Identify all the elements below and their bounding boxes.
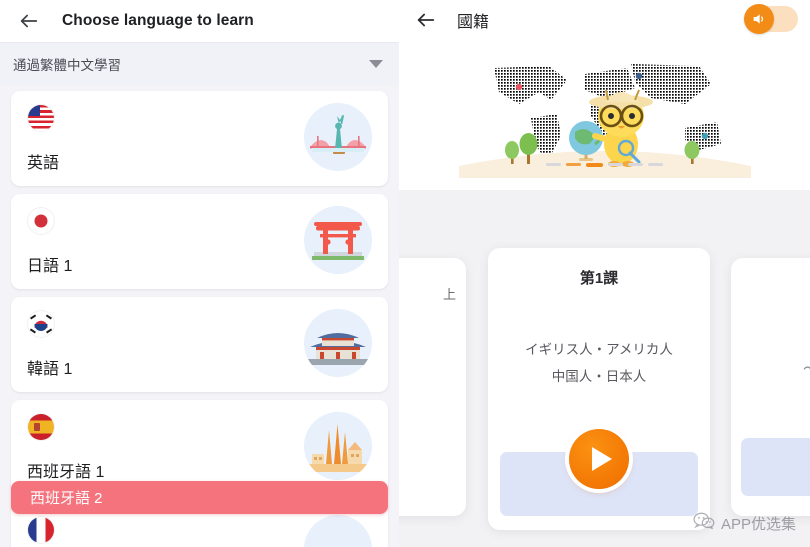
korea-flag-icon xyxy=(28,311,54,337)
lesson-line: 中国人・日本人 xyxy=(551,369,647,384)
language-selector-label: 通過繁體中文學習 xyxy=(13,58,121,73)
watermark-text: APP优选集 xyxy=(720,516,796,533)
lesson-content: イギリス人・アメリカ人 中国人・日本人 xyxy=(488,336,710,390)
torii-gate-icon xyxy=(304,206,372,274)
us-flag-icon xyxy=(28,105,54,131)
language-card-label: 英語 xyxy=(27,155,60,172)
lesson-page-title: 國籍 xyxy=(457,14,490,31)
japan-flag-icon xyxy=(28,208,54,234)
language-card-korean[interactable]: 韓語 1 xyxy=(11,297,388,392)
back-arrow-icon[interactable] xyxy=(413,7,439,33)
language-card-label: 日語 1 xyxy=(27,258,73,275)
sound-toggle[interactable] xyxy=(744,4,798,34)
statue-of-liberty-icon xyxy=(304,103,372,171)
language-card-label: 西班牙語 1 xyxy=(27,464,105,481)
highlight-bar-spanish-2[interactable]: 西班牙語 2 xyxy=(11,481,388,514)
progress-dash[interactable] xyxy=(628,163,643,166)
left-header: Choose language to learn xyxy=(0,0,399,43)
previous-card-snippet: 上 xyxy=(443,287,457,302)
carousel-card-next[interactable]: 〜 xyxy=(731,258,810,516)
language-card-label: 韓語 1 xyxy=(27,361,73,378)
progress-dash[interactable] xyxy=(566,163,581,166)
watermark: APP优选集 xyxy=(693,512,796,535)
play-icon xyxy=(592,447,612,471)
back-arrow-icon[interactable] xyxy=(16,8,42,34)
play-button[interactable] xyxy=(569,429,629,489)
sound-on-icon[interactable] xyxy=(744,4,774,34)
progress-indicator xyxy=(399,163,810,167)
wechat-icon xyxy=(693,512,715,535)
next-card-snippet: 〜 xyxy=(803,358,810,379)
progress-dash-current[interactable] xyxy=(586,163,603,167)
lesson-line: イギリス人・アメリカ人 xyxy=(525,342,673,357)
language-selector[interactable]: 通過繁體中文學習 xyxy=(0,43,399,85)
right-header: 國籍 xyxy=(399,0,810,40)
lesson-carousel[interactable]: 上 〜 第1課 イギリス人・アメリカ人 中国人・日本人 xyxy=(399,190,810,547)
page-title: Choose language to learn xyxy=(62,12,254,29)
app-screen: Choose language to learn 通過繁體中文學習 英語 日語 … xyxy=(0,0,810,547)
language-card-japanese[interactable]: 日語 1 xyxy=(11,194,388,289)
highlight-bar-label: 西班牙語 2 xyxy=(30,490,103,507)
spain-flag-icon xyxy=(28,414,54,440)
lesson-title: 第1課 xyxy=(579,270,619,287)
france-flag-icon xyxy=(28,517,54,543)
progress-dash[interactable] xyxy=(608,163,623,166)
progress-dash[interactable] xyxy=(546,163,561,166)
sagrada-familia-icon xyxy=(304,412,372,480)
progress-dash[interactable] xyxy=(648,163,663,166)
carousel-card-previous[interactable]: 上 xyxy=(399,258,466,516)
next-card-audio-bar xyxy=(741,438,810,496)
language-card-english[interactable]: 英語 xyxy=(11,91,388,186)
gyeongbokgung-palace-icon xyxy=(304,309,372,377)
chick-with-globe-world-map-illustration xyxy=(399,40,810,190)
left-panel-language-chooser: Choose language to learn 通過繁體中文學習 英語 日語 … xyxy=(0,0,399,547)
hero-illustration-area xyxy=(399,40,810,190)
chevron-down-icon[interactable] xyxy=(369,60,383,68)
language-card-list: 英語 日語 1 韓語 1 西班牙語 1 xyxy=(0,85,399,547)
eiffel-tower-icon xyxy=(304,515,372,547)
right-panel-lesson: 國籍 上 第1課 イギリス人・アメリカ人 中国人・日本人 APP优选集 xyxy=(399,0,810,547)
